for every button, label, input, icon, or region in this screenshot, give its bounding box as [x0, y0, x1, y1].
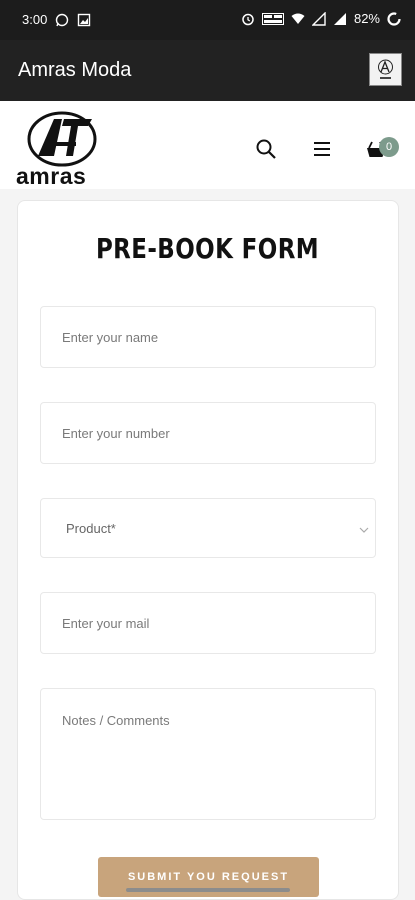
search-icon[interactable] [255, 138, 277, 160]
app-title: Amras Moda [18, 59, 132, 81]
name-field[interactable]: Enter your name [40, 306, 376, 368]
form-title: PRE-BOOK FORM [95, 232, 320, 265]
notes-placeholder: Notes / Comments [62, 713, 170, 728]
menu-icon[interactable] [311, 138, 333, 160]
chevron-down-icon [359, 527, 369, 533]
volte-icon [261, 12, 284, 25]
status-bar: 3:00 82% [0, 0, 415, 40]
product-select[interactable]: Product* [40, 498, 376, 558]
battery-percent: 82% [353, 11, 380, 26]
wifi-icon [291, 13, 305, 24]
notes-textarea[interactable]: Notes / Comments [40, 688, 376, 820]
signal-icon [333, 12, 346, 25]
cart-count-badge[interactable]: 0 [379, 137, 399, 157]
status-time: 3:00 [22, 12, 48, 27]
signal-icon [311, 11, 326, 26]
email-field-placeholder: Enter your mail [62, 616, 150, 631]
app-bar: Amras Moda [0, 40, 415, 101]
email-field[interactable]: Enter your mail [40, 592, 376, 654]
number-field[interactable]: Enter your number [40, 402, 376, 464]
logo-text: amras [16, 163, 87, 189]
alarm-icon [242, 13, 254, 25]
image-icon [78, 13, 91, 26]
app-logo-thumbnail[interactable] [369, 53, 402, 86]
name-field-placeholder: Enter your name [62, 330, 159, 345]
gesture-nav-bar[interactable] [126, 888, 290, 892]
number-field-placeholder: Enter your number [62, 426, 170, 441]
product-select-value: Product* [66, 521, 116, 536]
site-header: amras 0 [0, 101, 415, 189]
battery-icon [387, 11, 401, 26]
whatsapp-icon [56, 13, 69, 26]
